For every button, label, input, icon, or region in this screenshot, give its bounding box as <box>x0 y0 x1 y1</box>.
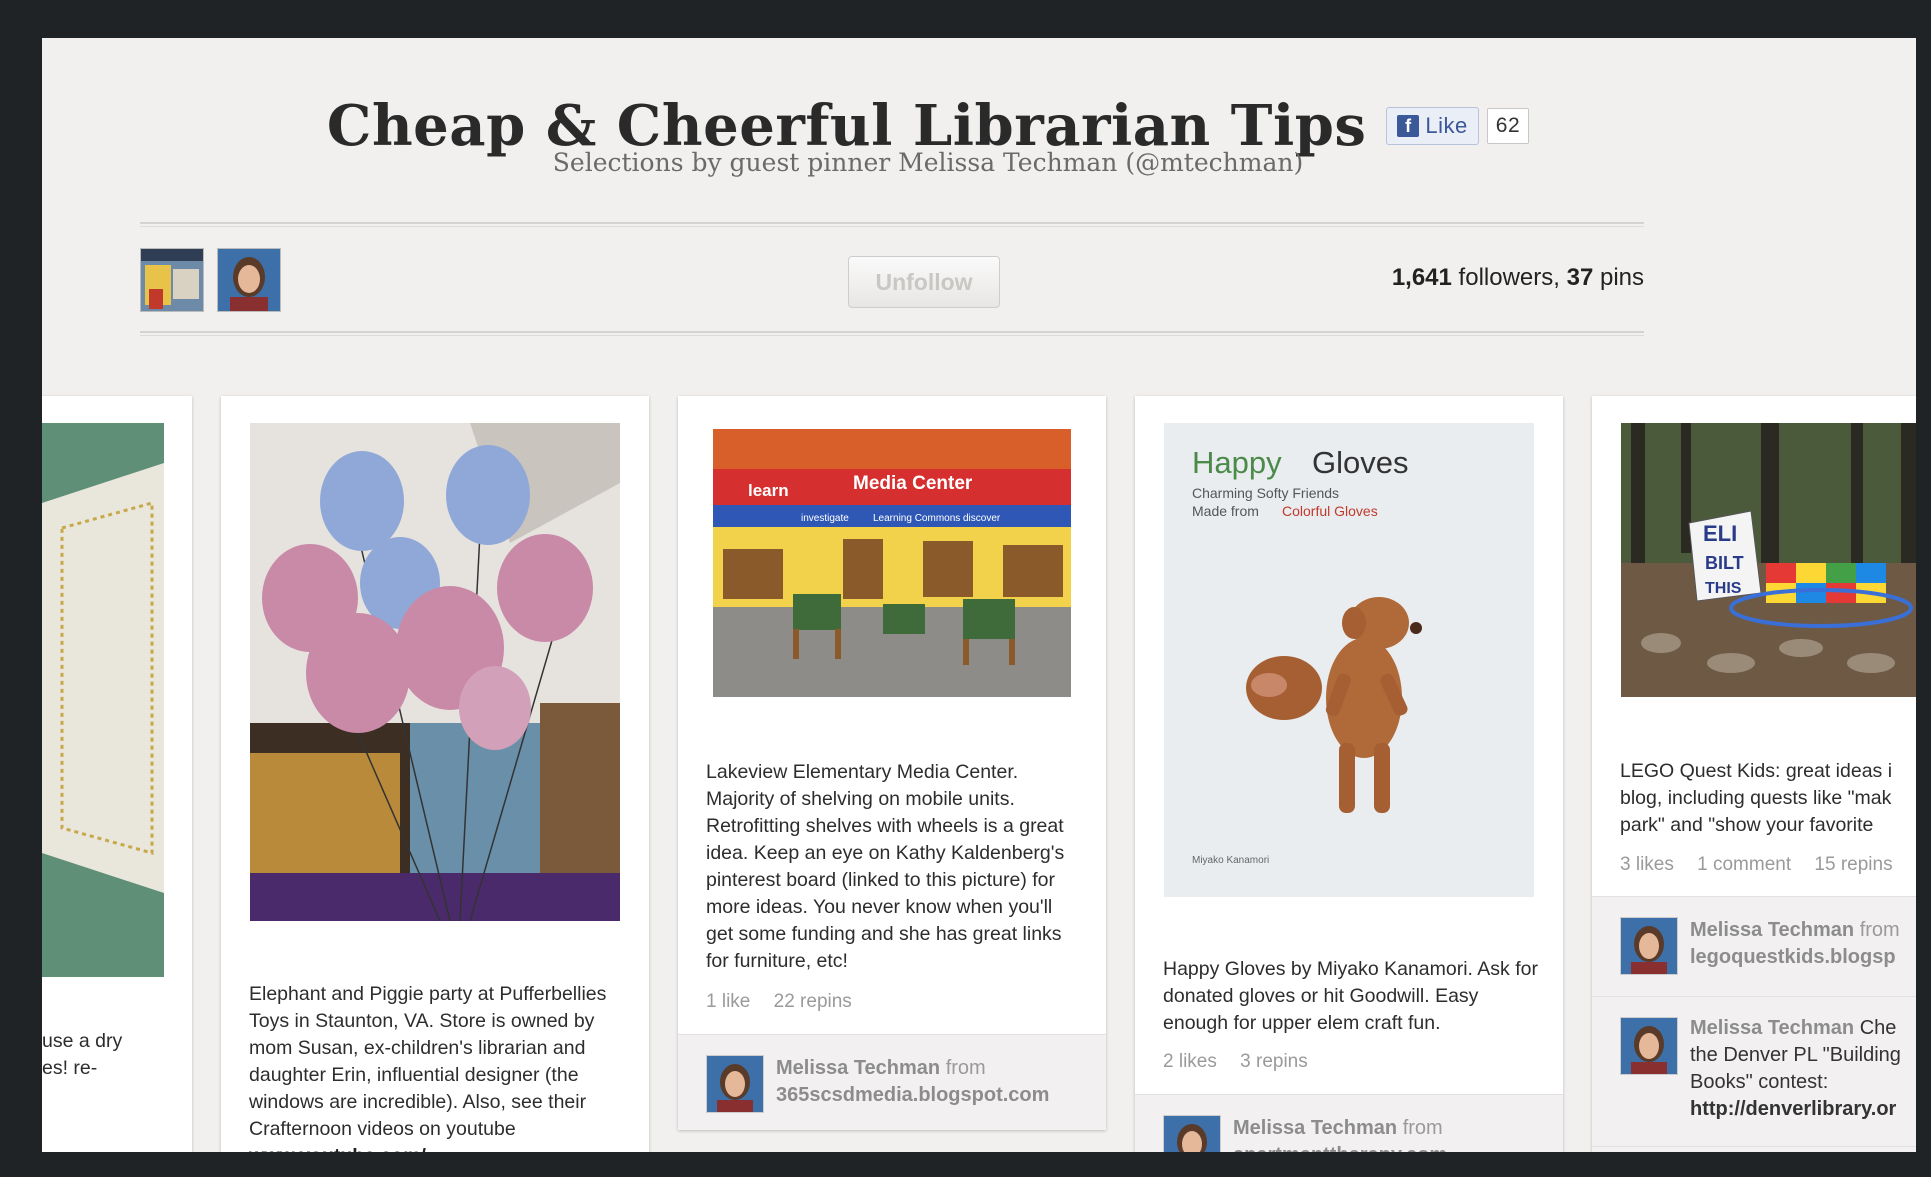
pinner-avatar[interactable] <box>1620 917 1678 975</box>
pin-description: Happy Gloves by Miyako Kanamori. Ask for… <box>1163 958 1538 1034</box>
book-subtitle: Made from <box>1192 503 1259 519</box>
pinner-avatar-image <box>1621 918 1677 974</box>
attribution-source[interactable]: legoquestkids.blogsp <box>1690 944 1916 971</box>
attribution-text: Melissa Techman from legoquestkids.blogs… <box>1690 917 1916 971</box>
pin-card[interactable]: Happy Gloves Charming Softy Friends Made… <box>1135 396 1563 1152</box>
pin-comment: Melissa Techman Che the Denver PL "Build… <box>1592 996 1916 1147</box>
divider-bottom <box>140 331 1644 336</box>
sign-text: THIS <box>1705 580 1742 597</box>
comment-line: the Denver PL "Building <box>1690 1044 1901 1066</box>
sign-text: BILT <box>1705 553 1744 573</box>
book-author: Miyako Kanamori <box>1192 855 1269 866</box>
pin-image <box>42 423 164 977</box>
attribution-text: Melissa Techman from 365scsdmedia.blogsp… <box>776 1055 1096 1109</box>
attribution-from: from <box>1859 919 1900 941</box>
pin-stats: 3 likes 1 comment 15 repins <box>1620 854 1911 876</box>
pins-count: 37 <box>1566 264 1594 291</box>
pin-link[interactable]: www.youtube.com/... <box>249 1143 625 1152</box>
sign-text: ELI <box>1703 521 1737 546</box>
pin-card[interactable]: learn Media Center investigate Learning … <box>678 396 1106 1130</box>
comment-link[interactable]: http://denverlibrary.or <box>1690 1096 1916 1123</box>
like-count: 62 <box>1486 108 1530 144</box>
attribution-source[interactable]: apartmenttherapy.com <box>1233 1142 1553 1152</box>
facebook-icon: f <box>1397 115 1420 137</box>
book-subtitle: Charming Softy Friends <box>1192 485 1339 501</box>
attribution-name[interactable]: Melissa Techman <box>776 1057 940 1079</box>
banner-learn-text: learn <box>748 481 789 500</box>
pin-description: Lakeview Elementary Media Center. Majori… <box>706 761 1065 972</box>
pinner-avatar-image <box>218 249 280 311</box>
attribution-text: Melissa Techman from apartmenttherapy.co… <box>1233 1115 1553 1152</box>
pin-desc-line: LEGO Quest Kids: great ideas i <box>1620 760 1893 782</box>
pinner-avatar[interactable] <box>706 1055 764 1113</box>
pin-desc-line: blog, including quests like "mak <box>1620 787 1892 809</box>
pin-image-lego: ELI BILT THIS <box>1621 423 1916 697</box>
journal-cover-thumbnail <box>141 249 203 311</box>
book-title-gloves: Gloves <box>1312 445 1408 480</box>
pin-likes[interactable]: 2 likes <box>1163 1051 1217 1072</box>
pinner-avatar[interactable] <box>1163 1115 1221 1152</box>
pin-description-partial: use a dry es! re- <box>42 1028 192 1082</box>
comment-text: Melissa Techman Che the Denver PL "Build… <box>1690 1015 1916 1123</box>
pin-attribution: Melissa Techman from legoquestkids.blogs… <box>1592 896 1916 997</box>
pin-image-media-center: learn Media Center investigate Learning … <box>713 429 1071 697</box>
facebook-like-button[interactable]: f Like <box>1386 107 1479 145</box>
pin-comments[interactable]: 1 comment <box>1697 854 1791 875</box>
like-label: Like <box>1425 113 1468 138</box>
attribution-name[interactable]: Melissa Techman <box>1690 919 1854 941</box>
banner-media-center-text: Media Center <box>853 473 973 494</box>
banner-sub-text: discover <box>963 513 1001 524</box>
board-subtitle: Selections by guest pinner Melissa Techm… <box>552 148 1304 177</box>
pin-likes[interactable]: 1 like <box>706 991 750 1012</box>
attribution-from: from <box>1402 1117 1443 1139</box>
board-page: Cheap & Cheerful Librarian Tips f Like 6… <box>42 38 1916 1152</box>
pinner-avatar-image <box>1164 1116 1220 1152</box>
pin-card[interactable]: Elephant and Piggie party at Pufferbelli… <box>221 396 649 1152</box>
pin-stats: 1 like 22 repins <box>706 991 870 1013</box>
commenter-avatar[interactable] <box>1620 1017 1678 1075</box>
banner-sub-text: investigate <box>801 513 849 524</box>
book-title-happy: Happy <box>1192 445 1282 480</box>
divider-top <box>140 222 1644 227</box>
pinner-avatar-image <box>707 1056 763 1112</box>
pin-attribution: Melissa Techman from apartmenttherapy.co… <box>1135 1094 1563 1152</box>
followers-label: followers, <box>1458 264 1560 291</box>
pinner-avatar[interactable] <box>217 248 281 312</box>
followers-count: 1,641 <box>1391 264 1452 291</box>
pin-attribution: Melissa Techman from 365scsdmedia.blogsp… <box>678 1034 1106 1130</box>
banner-sub-text: Learning Commons <box>873 513 960 524</box>
attribution-from: from <box>945 1057 986 1079</box>
pin-desc-line: use a dry <box>42 1030 123 1052</box>
pin-description: LEGO Quest Kids: great ideas i blog, inc… <box>1620 758 1916 839</box>
comment-author[interactable]: Melissa Techman <box>1690 1017 1854 1039</box>
attribution-name[interactable]: Melissa Techman <box>1233 1117 1397 1139</box>
pin-description: Elephant and Piggie party at Pufferbelli… <box>249 983 607 1140</box>
pin-stats: 2 likes 3 repins <box>1163 1051 1326 1073</box>
pin-likes[interactable]: 3 likes <box>1620 854 1674 875</box>
commenter-avatar-image <box>1621 1018 1677 1074</box>
pin-desc-line: es! re- <box>42 1057 98 1079</box>
unfollow-button[interactable]: Unfollow <box>848 256 1000 308</box>
add-comment-row <box>1592 1146 1916 1152</box>
pin-repins[interactable]: 15 repins <box>1814 854 1892 875</box>
pins-label: pins <box>1599 264 1644 291</box>
pin-image-balloons <box>250 423 620 921</box>
book-subtitle-colorful: Colorful Gloves <box>1282 503 1378 519</box>
comment-line: Books" contest: <box>1690 1071 1829 1093</box>
pin-card[interactable]: ELI BILT THIS LEGO Quest Kids: great ide… <box>1592 396 1916 1152</box>
pin-repins[interactable]: 22 repins <box>774 991 852 1012</box>
comment-line: Che <box>1859 1017 1897 1039</box>
pin-repins[interactable]: 3 repins <box>1240 1051 1308 1072</box>
pin-card[interactable]: use a dry es! re- <box>42 396 192 1152</box>
pin-desc-line: park" and "show your favorite <box>1620 814 1874 836</box>
board-stats: 1,641 followers, 37 pins <box>1392 264 1644 292</box>
board-thumbnail-journal[interactable] <box>140 248 204 312</box>
pin-image-book-cover: Happy Gloves Charming Softy Friends Made… <box>1164 423 1534 897</box>
attribution-source[interactable]: 365scsdmedia.blogspot.com <box>776 1082 1096 1109</box>
